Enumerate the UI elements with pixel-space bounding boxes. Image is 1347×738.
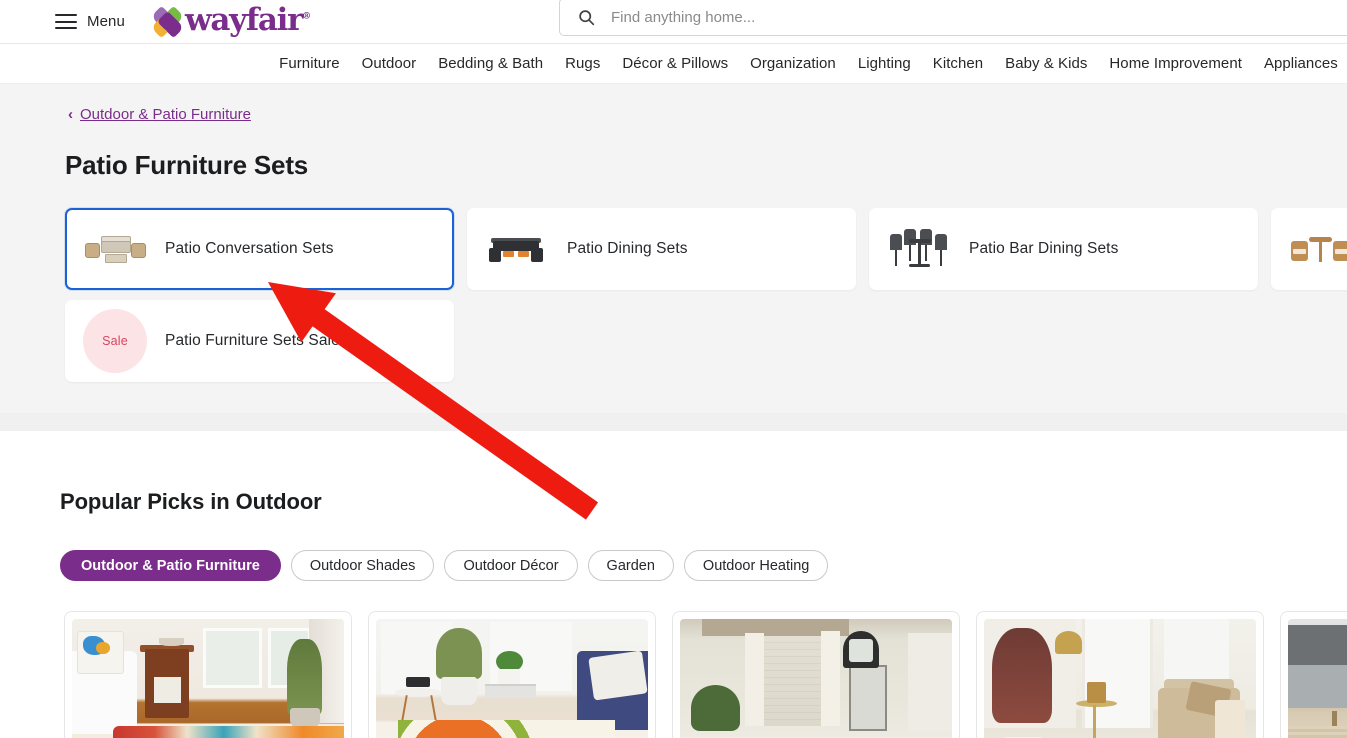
product-image-living-room-orange-rug	[376, 619, 648, 738]
nav-item-bedding-bath[interactable]: Bedding & Bath	[438, 55, 543, 72]
page-title: Patio Furniture Sets	[65, 150, 309, 180]
category-card-patio-bistro-sets[interactable]: Patio	[1271, 208, 1347, 290]
product-card[interactable]	[64, 611, 352, 738]
pill-garden[interactable]: Garden	[587, 550, 674, 581]
nav-item-baby-kids[interactable]: Baby & Kids	[1005, 55, 1087, 72]
product-card[interactable]	[1280, 611, 1347, 738]
category-card-patio-conversation-sets[interactable]: Patio Conversation Sets	[65, 208, 454, 290]
nav-item-appliances[interactable]: Appliances	[1264, 55, 1338, 72]
nav-item-decor-pillows[interactable]: Décor & Pillows	[622, 55, 728, 72]
breadcrumb-link-outdoor-patio-furniture[interactable]: Outdoor & Patio Furniture	[80, 106, 251, 123]
menu-label: Menu	[87, 13, 125, 30]
product-card[interactable]	[672, 611, 960, 738]
category-cards-row-1: Patio Conversation Sets Patio Dining Set…	[65, 208, 1347, 290]
category-navigation: Furniture Outdoor Bedding & Bath Rugs Dé…	[0, 44, 1347, 84]
popular-picks-title: Popular Picks in Outdoor	[60, 489, 322, 514]
nav-item-lighting[interactable]: Lighting	[858, 55, 911, 72]
category-card-label: Patio Furniture Sets Sale	[165, 332, 340, 349]
patio-bar-dining-set-thumb-icon	[887, 223, 951, 275]
logo-wordmark: wayfair	[184, 2, 304, 38]
pill-outdoor-heating[interactable]: Outdoor Heating	[683, 550, 829, 581]
wayfair-logo[interactable]: wayfair®	[150, 2, 311, 38]
nav-item-organization[interactable]: Organization	[750, 55, 836, 72]
category-section: ‹ Outdoor & Patio Furniture Patio Furnit…	[0, 84, 1347, 413]
nav-item-outdoor[interactable]: Outdoor	[362, 55, 417, 72]
product-image-bedroom-floral-rug	[72, 619, 344, 738]
category-card-patio-dining-sets[interactable]: Patio Dining Sets	[467, 208, 856, 290]
category-cards-row-2: Sale Patio Furniture Sets Sale	[65, 300, 1347, 382]
product-image-modern-chair-window	[984, 619, 1256, 738]
breadcrumb[interactable]: ‹ Outdoor & Patio Furniture	[68, 106, 251, 123]
nav-item-home-improvement[interactable]: Home Improvement	[1109, 55, 1242, 72]
popular-picks-section: Popular Picks in Outdoor Outdoor & Patio…	[0, 431, 1347, 738]
patio-conversation-set-thumb-icon	[83, 223, 147, 275]
category-card-label: Patio Bar Dining Sets	[969, 240, 1119, 257]
pill-outdoor-shades[interactable]: Outdoor Shades	[290, 550, 435, 581]
nav-item-furniture[interactable]: Furniture	[279, 55, 339, 72]
search-input[interactable]	[611, 8, 1211, 26]
wayfair-logo-mark-icon	[150, 5, 185, 38]
category-card-label: Patio Conversation Sets	[165, 240, 334, 257]
nav-item-kitchen[interactable]: Kitchen	[933, 55, 983, 72]
patio-bistro-set-thumb-icon	[1289, 223, 1347, 275]
patio-dining-set-thumb-icon	[485, 223, 549, 275]
wayfair-category-page: Menu wayfair® Furniture Outdoor Bedding …	[0, 0, 1347, 738]
search-bar[interactable]	[559, 0, 1347, 36]
menu-button[interactable]: Menu	[55, 13, 125, 30]
sale-badge-label: Sale	[102, 334, 128, 348]
search-icon	[579, 9, 595, 25]
product-image-gray-sectional-sofa	[1288, 619, 1347, 738]
chevron-left-icon: ‹	[68, 106, 73, 123]
hamburger-icon	[55, 14, 77, 29]
site-header: Menu wayfair®	[0, 0, 1347, 44]
category-card-label: Patio Dining Sets	[567, 240, 688, 257]
product-image-exterior-porch-lantern	[680, 619, 952, 738]
nav-item-rugs[interactable]: Rugs	[565, 55, 600, 72]
popular-picks-product-row	[64, 611, 1347, 738]
sale-badge-icon: Sale	[83, 309, 147, 373]
pill-outdoor-decor[interactable]: Outdoor Décor	[444, 550, 578, 581]
category-card-patio-furniture-sets-sale[interactable]: Sale Patio Furniture Sets Sale	[65, 300, 454, 382]
category-card-patio-bar-dining-sets[interactable]: Patio Bar Dining Sets	[869, 208, 1258, 290]
product-card[interactable]	[368, 611, 656, 738]
popular-picks-filter-pills: Outdoor & Patio Furniture Outdoor Shades…	[60, 550, 1347, 581]
section-divider	[0, 413, 1347, 431]
pill-outdoor-patio-furniture[interactable]: Outdoor & Patio Furniture	[60, 550, 281, 581]
wayfair-logo-text: wayfair®	[184, 2, 311, 38]
logo-trademark: ®	[302, 11, 311, 22]
product-card[interactable]	[976, 611, 1264, 738]
